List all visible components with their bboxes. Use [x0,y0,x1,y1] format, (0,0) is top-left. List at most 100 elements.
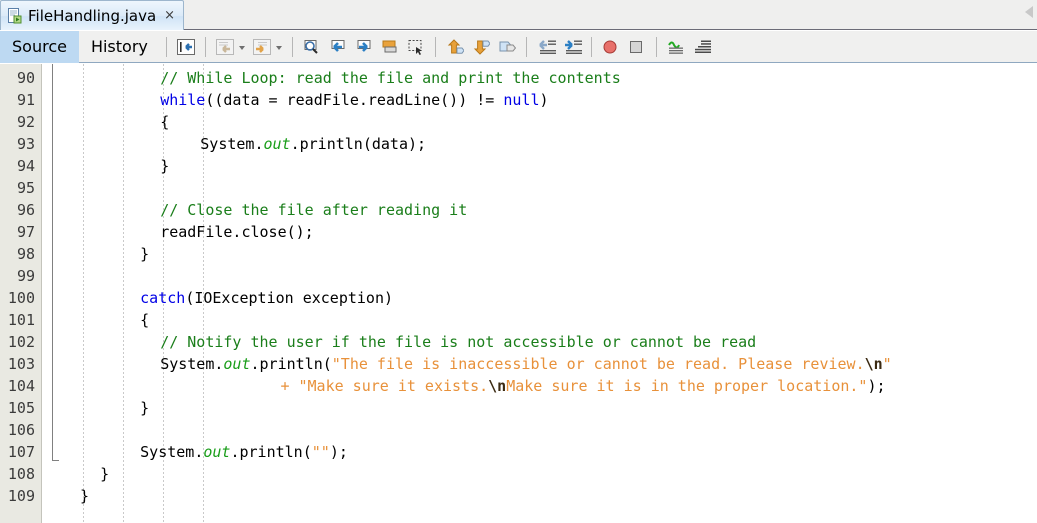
close-icon[interactable]: × [164,9,175,22]
code-token-pl: } [140,245,150,263]
tab-source[interactable]: Source [0,30,79,63]
line-number: 108 [7,465,35,483]
code-fold-column[interactable] [43,64,60,523]
last-edit-icon[interactable] [175,36,197,58]
code-token-pl: System. [160,355,224,373]
line-number: 101 [7,311,35,329]
code-fold-end-marker [52,460,59,461]
code-token-st: Make sure it is in the proper location." [506,377,868,395]
code-token-st: " [882,355,892,373]
code-token-st: "" [311,443,330,461]
line-number: 91 [16,91,35,109]
toolbar-separator [655,36,657,57]
netbeans-editor-window: FileHandling.java × Source History 90 91… [0,0,1037,523]
line-number: 105 [7,399,35,417]
code-token-pl: ((data = readFile.readLine()) != [205,91,504,109]
line-number: 98 [16,245,35,263]
java-file-icon [7,7,23,24]
document-tab-strip: FileHandling.java × [0,0,1037,30]
previous-error-icon[interactable] [535,36,557,58]
next-bookmark-icon[interactable] [470,36,492,58]
code-line[interactable]: } [140,397,149,419]
line-number: 106 [7,421,35,439]
line-number: 99 [16,267,35,285]
toolbar-separator [434,36,436,57]
code-token-k: catch [140,289,186,307]
previous-bookmark-icon[interactable] [444,36,466,58]
document-tab-title: FileHandling.java [28,6,157,25]
indent-guide [83,64,84,523]
toggle-comment-icon[interactable] [691,36,713,58]
code-token-esc: \n [488,377,507,395]
code-line[interactable]: } [80,485,89,507]
stop-icon[interactable] [626,36,648,58]
find-next-icon[interactable] [353,36,375,58]
code-line[interactable]: System.out.println(""); [140,441,348,463]
code-token-cm: // Notify the user if the file is not ac… [160,333,757,351]
code-token-fi: out [263,135,291,153]
find-selection-icon[interactable] [301,36,323,58]
line-number: 104 [7,377,35,395]
line-number: 103 [7,355,35,373]
code-line[interactable]: catch(IOException exception) [140,287,393,309]
next-error-icon[interactable] [561,36,583,58]
code-token-pl: { [140,311,150,329]
code-token-st: + [280,377,299,395]
line-number: 102 [7,333,35,351]
line-number: 107 [7,443,35,461]
tab-history[interactable]: History [79,31,160,63]
back-dropdown-arrow-icon[interactable] [238,36,247,58]
code-editor[interactable]: 90 91 92 93 94 95 96 97 98 99 100 101 102 103 104 105 10… [0,64,1037,523]
code-token-pl: .println( [230,443,312,461]
code-line[interactable]: // While Loop: read the file and print t… [160,67,621,89]
line-number: 95 [16,179,35,197]
code-token-pl: { [160,113,170,131]
code-token-pl: ); [867,377,886,395]
toolbar-separator [590,36,592,57]
code-token-pl: .println( [250,355,332,373]
find-previous-icon[interactable] [327,36,349,58]
back-icon[interactable] [214,36,236,58]
line-number: 94 [16,157,35,175]
toggle-rectangular-selection-icon[interactable] [405,36,427,58]
code-token-k: while [160,91,206,109]
code-line[interactable]: } [140,243,149,265]
toggle-highlight-icon[interactable] [379,36,401,58]
code-token-pl: System. [140,443,204,461]
toolbar-separator [525,36,527,57]
code-token-cm: // While Loop: read the file and print t… [160,69,621,87]
code-line[interactable]: System.out.println("The file is inaccess… [160,353,892,375]
code-token-pl: } [100,465,110,483]
tab-source-label: Source [12,37,67,56]
line-number: 93 [16,135,35,153]
chevron-left-icon[interactable] [1025,6,1033,18]
code-line[interactable]: System.out.println(data); [200,133,426,155]
code-token-pl: ) [539,91,549,109]
code-text-area[interactable]: // While Loop: read the file and print t… [60,64,1037,523]
toolbar-separator [291,36,293,57]
code-token-fi: out [203,443,231,461]
editor-toolbar: Source History [0,30,1037,63]
line-number-gutter: 90 91 92 93 94 95 96 97 98 99 100 101 102 103 104 105 10… [0,64,42,523]
code-line[interactable]: } [100,463,109,485]
code-line[interactable]: { [140,309,149,331]
forward-icon[interactable] [251,36,273,58]
code-line[interactable]: // Notify the user if the file is not ac… [160,331,756,353]
code-line[interactable]: // Close the file after reading it [160,199,467,221]
document-tab-filehandling[interactable]: FileHandling.java × [0,0,185,30]
toggle-breakpoint-icon[interactable] [600,36,622,58]
code-line[interactable]: { [160,111,169,133]
line-number: 96 [16,201,35,219]
forward-dropdown-arrow-icon[interactable] [275,36,284,58]
indent-guide [123,64,124,523]
toggle-bookmark-icon[interactable] [496,36,518,58]
code-line[interactable]: + "Make sure it exists.\nMake sure it is… [280,375,885,397]
inspect-members-icon[interactable] [665,36,687,58]
tab-history-label: History [90,37,148,56]
code-line[interactable]: while((data = readFile.readLine()) != nu… [160,89,548,111]
line-number: 109 [7,487,35,505]
code-fold-line[interactable] [52,64,53,460]
code-line[interactable]: readFile.close(); [160,221,314,243]
code-line[interactable]: } [160,155,169,177]
toolbar-separator [204,36,206,57]
